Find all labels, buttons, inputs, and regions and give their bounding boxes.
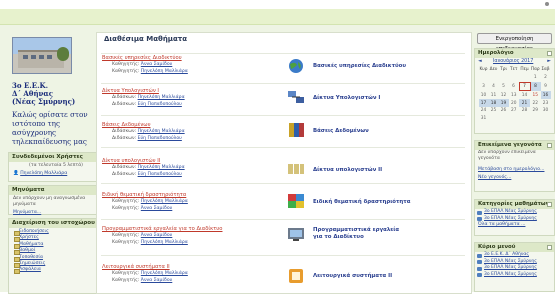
main-menu-block: Κύριο μενού 3ο Ε.Ε.Κ. Δ΄ Αθήνας 3ο ΕΠΑΛ …	[474, 242, 555, 292]
calendar-block: Ημερολόγιο ◄ Ιανουάριος 2017 ► Κυρ Δευ Τρι…	[474, 48, 555, 134]
course-row: Βάσεις Δεδομένων Διδάσκων: Πηνελόπη Μαλλ…	[101, 115, 465, 148]
course-row: Βασικές υπηρεσίες Διαδικτύου Καθηγητής: …	[101, 53, 465, 84]
calendar-grid: Κυρ Δευ Τρι Τετ Πεμ Παρ Σαβ 12 3456789 10 11 12 1…	[478, 67, 551, 122]
top-strip	[0, 0, 555, 9]
course-title[interactable]: Βάσεις Δεδομένων	[313, 128, 369, 135]
course-row: Δίκτυα υπολογιστών ΙΙ Διδάσκων: Πηνελόπη…	[101, 147, 465, 184]
teacher-link[interactable]: Άννα Σαμίδου	[141, 278, 173, 283]
user-icon: 👤	[13, 171, 19, 176]
teacher-link[interactable]: Πηνελόπη Μαλλιάρα	[138, 129, 185, 134]
course-link[interactable]: Προγραμματιστικά εργαλεία για το Διαδίκτ…	[102, 226, 222, 232]
prev-month-icon[interactable]: ◄	[478, 59, 482, 64]
course-row: Λειτουργικά συστήματα ΙΙ Καθηγητής: Πηνε…	[101, 255, 465, 292]
calendar-month[interactable]: Ιανουάριος 2017	[493, 59, 533, 64]
teacher-link[interactable]: Άννα Σαμίδου	[141, 62, 173, 67]
all-courses-link[interactable]: Όλα τα μαθήματα ...	[478, 222, 525, 227]
menu-item[interactable]: 3ο ΕΠΑΛ Νέας Σμύρνης	[475, 272, 554, 279]
enable-editing-button[interactable]: Ενεργοποίηση επεξεργασίας	[477, 33, 552, 52]
course-row: Ειδική θεματική δραστηριότητα Καθηγητής:…	[101, 183, 465, 220]
course-title[interactable]: Προγραμματιστικά εργαλεία για το Διαδίκτ…	[313, 227, 399, 241]
course-title[interactable]: Βασικές υπηρεσίες Διαδικτύου	[313, 63, 406, 70]
school-building-image	[12, 37, 72, 74]
teacher-link[interactable]: Πηνελόπη Μαλλιάρα	[138, 165, 185, 170]
course-link[interactable]: Βάσεις Δεδομένων	[102, 122, 150, 128]
messages-link[interactable]: Μηνύματα...	[13, 210, 41, 215]
admin-item[interactable]: Ασφάλεια	[13, 267, 99, 275]
left-column: 3ο Ε.Ε.Κ. Δ΄ Αθήνας (Νέας Σμύρνης) Καλώς…	[8, 32, 104, 294]
site-admin-block: Διαχείριση του ιστοχώρου Ειδοποιήσεις Χρ…	[8, 218, 104, 294]
course-link[interactable]: Ειδική θεματική δραστηριότητα	[102, 192, 186, 198]
teacher-link[interactable]: Πηνελόπη Μαλλιάρα	[138, 95, 185, 100]
window-control-icon[interactable]	[545, 2, 549, 6]
next-month-icon[interactable]: ►	[547, 59, 551, 64]
teacher-link[interactable]: Εύη Παπαδοπούλου	[138, 102, 182, 107]
collapse-icon[interactable]	[547, 51, 552, 56]
course-row: Προγραμματιστικά εργαλεία για το Διαδίκτ…	[101, 219, 465, 256]
header-band	[0, 9, 555, 25]
course-title[interactable]: Ειδική θεματική δραστηριότητα	[313, 199, 410, 206]
course-title[interactable]: Δίκτυα υπολογιστών ΙΙ	[313, 167, 382, 174]
school-title: 3ο Ε.Ε.Κ. Δ΄ Αθήνας (Νέας Σμύρνης)	[12, 81, 76, 106]
upcoming-events-block: Επικείμενα γεγονότα Δεν υπάρχουν επικείμ…	[474, 140, 555, 192]
os-icon	[289, 269, 303, 283]
course-link[interactable]: Βασικές υπηρεσίες Διαδικτύου	[102, 55, 182, 61]
new-event-link[interactable]: Νέο γεγονός...	[478, 175, 511, 180]
teacher-link[interactable]: Πηνελόπη Μαλλιάρα	[141, 199, 188, 204]
today-cell[interactable]: 7	[518, 81, 531, 92]
database-icon	[289, 123, 304, 137]
category-link[interactable]: 3ο ΕΠΑΛ Νέας Σμύρνης	[475, 216, 554, 223]
course-link[interactable]: Δίκτυα Υπολογιστών Ι	[102, 88, 159, 94]
collapse-icon[interactable]	[547, 202, 552, 207]
course-title[interactable]: Δίκτυα Υπολογιστών Ι	[313, 95, 380, 102]
online-user-link[interactable]: Πηνελόπη Μαλλιάρα	[20, 171, 67, 176]
network-icon	[288, 91, 304, 103]
teacher-link[interactable]: Άννα Σαμίδου	[141, 206, 173, 211]
course-link[interactable]: Λειτουργικά συστήματα ΙΙ	[102, 264, 170, 270]
collapse-icon[interactable]	[547, 143, 552, 148]
collapse-icon[interactable]	[547, 245, 552, 250]
course-row: Δίκτυα Υπολογιστών Ι Διδάσκων: Πηνελόπη …	[101, 83, 465, 116]
teacher-link[interactable]: Εύη Παπαδοπούλου	[138, 172, 182, 177]
online-users-block: Συνδεδεμένοι Χρήστες (τα τελευταία 5 λεπ…	[8, 152, 104, 182]
teacher-link[interactable]: Πηνελόπη Μαλλιάρα	[141, 271, 188, 276]
tools-icon	[288, 228, 304, 241]
messages-block: Μηνύματα Δεν υπάρχουν μη αναγνωσμένα μην…	[8, 185, 104, 215]
page-title: Διαθέσιμα Μαθήματα	[104, 35, 188, 43]
teacher-link[interactable]: Πηνελόπη Μαλλιάρα	[141, 240, 188, 245]
teacher-link[interactable]: Πηνελόπη Μαλλιάρα	[141, 69, 188, 74]
teacher-link[interactable]: Άννα Σαμίδου	[141, 233, 173, 238]
course-title[interactable]: Λειτουργικά συστήματα ΙΙ	[313, 273, 392, 280]
goto-calendar-link[interactable]: Μετάβαση στο ημερολόγιο...	[478, 167, 544, 172]
teacher-link[interactable]: Εύη Παπαδοπούλου	[138, 136, 182, 141]
globe-icon	[289, 59, 303, 73]
course-link[interactable]: Δίκτυα υπολογιστών ΙΙ	[102, 158, 160, 164]
puzzle-icon	[288, 194, 304, 208]
course-categories-block: Κατηγορίες μαθημάτων 3ο ΕΠΑΛ Νέας Σμύρνη…	[474, 199, 555, 236]
welcome-text: Καλώς ορίσατε στον ιστότοπο της ασύγχρον…	[12, 110, 88, 146]
available-courses-panel: Διαθέσιμα Μαθήματα Βασικές υπηρεσίες Δια…	[96, 32, 472, 294]
computers-icon	[288, 164, 304, 174]
